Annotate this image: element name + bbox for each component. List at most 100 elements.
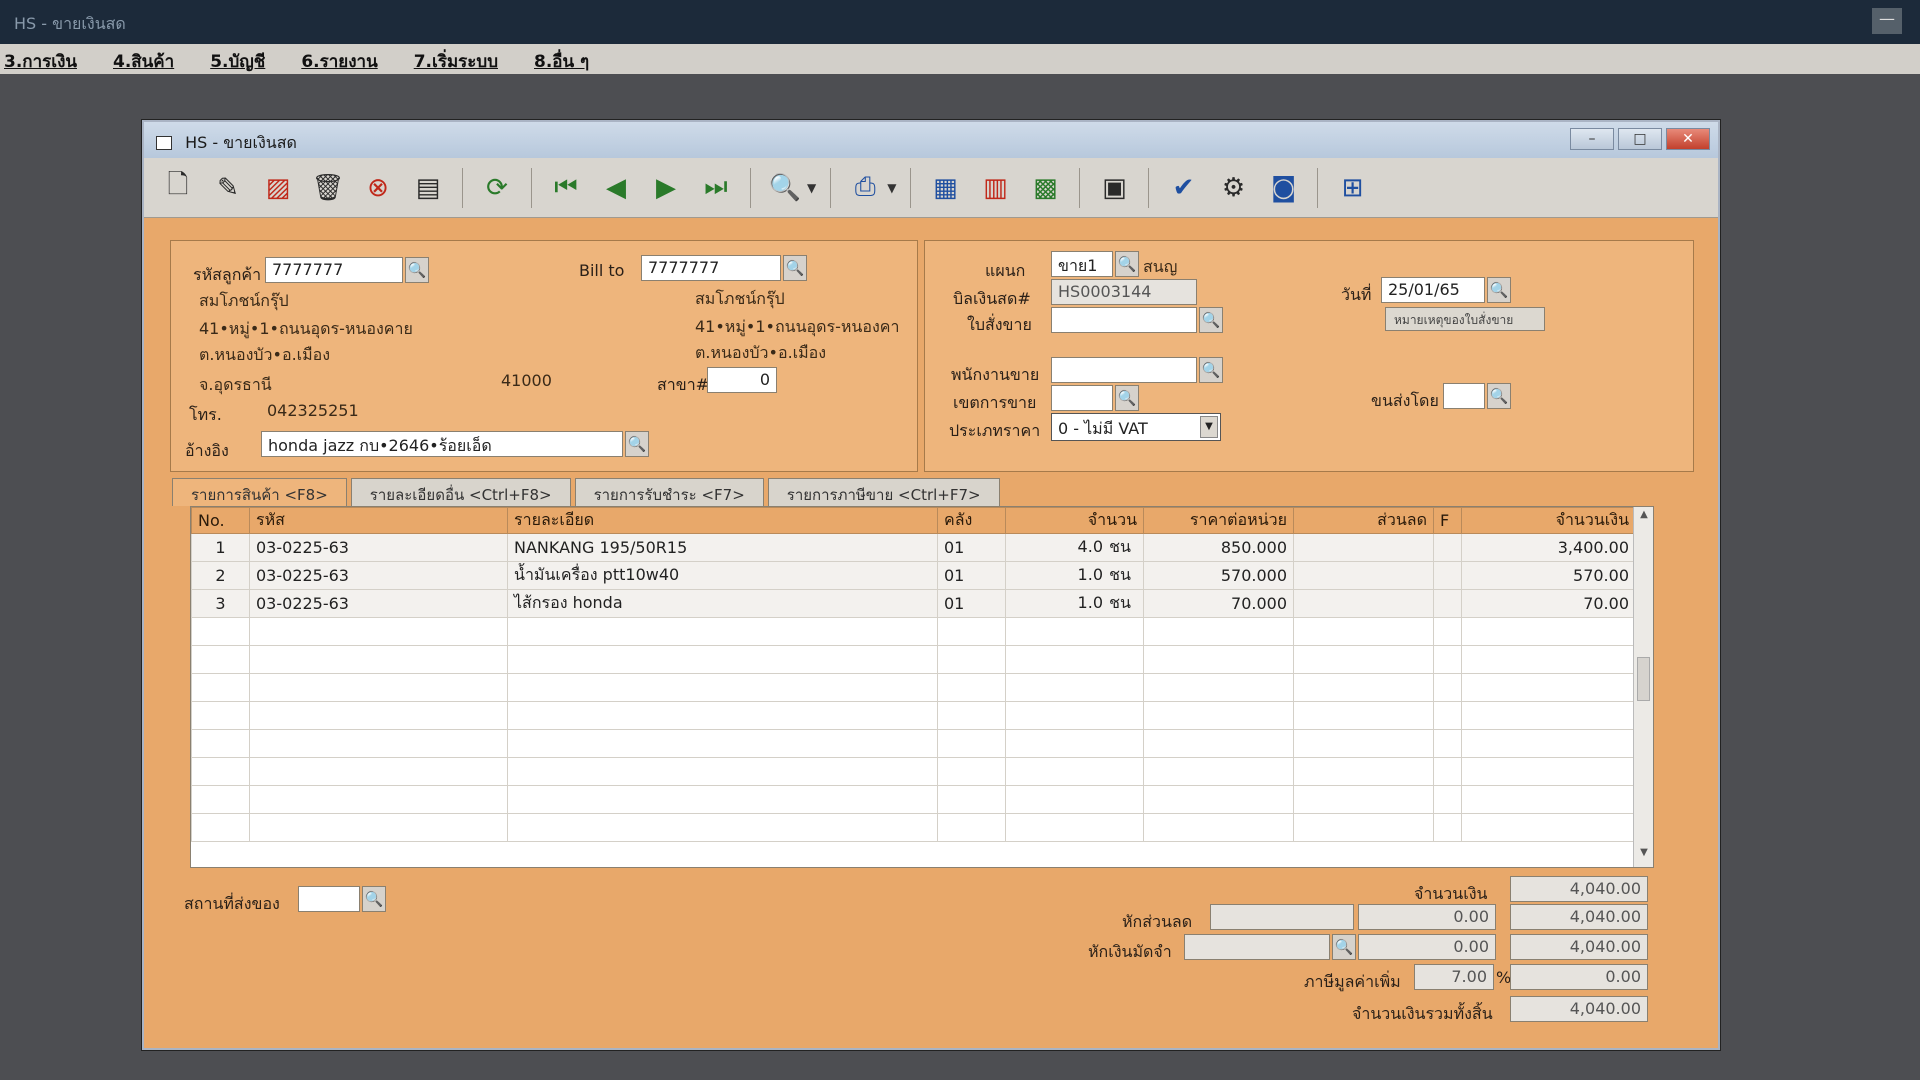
sales-order-field[interactable] <box>1051 307 1197 333</box>
cell-quantity[interactable] <box>1005 757 1144 786</box>
customer-code-field[interactable]: 7777777 <box>265 257 403 283</box>
cell-no[interactable]: 3 <box>191 589 250 618</box>
cell-warehouse[interactable] <box>937 813 1006 842</box>
cell-flag[interactable] <box>1433 785 1462 814</box>
cell-description[interactable] <box>507 813 938 842</box>
sales-order-search-icon[interactable]: 🔍 <box>1199 307 1223 333</box>
cell-warehouse[interactable]: 01 <box>937 561 1006 590</box>
network-icon[interactable]: ⊞ <box>1332 168 1372 208</box>
price-type-select[interactable]: 0 - ไม่มี VAT ▼ <box>1051 413 1221 441</box>
cell-quantity[interactable]: 4.0 ชน <box>1005 533 1144 562</box>
cell-code[interactable] <box>249 729 508 758</box>
next-record-icon[interactable]: ▶ <box>646 168 686 208</box>
cell-code[interactable] <box>249 645 508 674</box>
department-search-icon[interactable]: 🔍 <box>1115 251 1139 277</box>
cell-no[interactable]: 1 <box>191 533 250 562</box>
vat-rate-field[interactable]: 7.00 <box>1414 964 1494 990</box>
branch-field[interactable]: 0 <box>707 367 777 393</box>
salesman-field[interactable] <box>1051 357 1197 383</box>
col-unit-price[interactable]: ราคาต่อหน่วย <box>1143 507 1294 534</box>
report-icon[interactable]: ▥ <box>975 168 1015 208</box>
col-quantity[interactable]: จำนวน <box>1005 507 1144 534</box>
cell-quantity[interactable] <box>1005 813 1144 842</box>
app-minimize-button[interactable]: — <box>1872 8 1902 34</box>
calendar-icon[interactable]: ▣ <box>1094 168 1134 208</box>
table-row[interactable] <box>191 785 1653 814</box>
menu-reports[interactable]: 6.รายงาน <box>301 44 395 74</box>
cell-discount[interactable] <box>1293 645 1434 674</box>
salesman-search-icon[interactable]: 🔍 <box>1199 357 1223 383</box>
table-row[interactable] <box>191 701 1653 730</box>
print-icon[interactable]: ⎙ <box>845 168 885 208</box>
cell-code[interactable] <box>249 673 508 702</box>
menu-finance[interactable]: 3.การเงิน <box>4 44 95 74</box>
table-row[interactable] <box>191 617 1653 646</box>
last-record-icon[interactable]: ⏭ <box>696 168 736 208</box>
scroll-thumb[interactable] <box>1637 657 1650 701</box>
cell-warehouse[interactable] <box>937 645 1006 674</box>
ship-by-field[interactable] <box>1443 383 1485 409</box>
cell-no[interactable] <box>191 617 250 646</box>
col-flag[interactable]: F <box>1433 507 1462 534</box>
preview-icon[interactable]: 🔍 <box>765 168 805 208</box>
cell-unit-price[interactable] <box>1143 701 1294 730</box>
sales-zone-field[interactable] <box>1051 385 1113 411</box>
cell-amount[interactable] <box>1461 813 1636 842</box>
cell-discount[interactable] <box>1293 729 1434 758</box>
table-row[interactable]: 2 03-0225-63 น้ำมันเครื่อง ptt10w40 01 1.0 ชน… <box>191 561 1653 590</box>
table-row[interactable] <box>191 813 1653 842</box>
billto-code-field[interactable]: 7777777 <box>641 255 781 281</box>
cell-code[interactable]: 03-0225-63 <box>249 533 508 562</box>
cell-description[interactable] <box>507 701 938 730</box>
cell-amount[interactable] <box>1461 673 1636 702</box>
edit-icon[interactable]: ✎ <box>208 168 248 208</box>
cell-no[interactable]: 2 <box>191 561 250 590</box>
cell-flag[interactable] <box>1433 561 1462 590</box>
cell-discount[interactable] <box>1293 561 1434 590</box>
cell-flag[interactable] <box>1433 673 1462 702</box>
cell-discount[interactable] <box>1293 757 1434 786</box>
cell-unit-price[interactable] <box>1143 673 1294 702</box>
cell-no[interactable] <box>191 673 250 702</box>
col-description[interactable]: รายละเอียด <box>507 507 938 534</box>
cell-unit-price[interactable] <box>1143 729 1294 758</box>
cell-description[interactable] <box>507 729 938 758</box>
bill-number-field[interactable]: HS0003144 <box>1051 279 1197 305</box>
cell-code[interactable] <box>249 757 508 786</box>
cell-quantity[interactable] <box>1005 673 1144 702</box>
cell-discount[interactable] <box>1293 701 1434 730</box>
cell-unit-price[interactable]: 570.000 <box>1143 561 1294 590</box>
cell-flag[interactable] <box>1433 589 1462 618</box>
billto-search-icon[interactable]: 🔍 <box>783 255 807 281</box>
cell-unit-price[interactable] <box>1143 757 1294 786</box>
cell-discount[interactable] <box>1293 589 1434 618</box>
cell-description[interactable] <box>507 617 938 646</box>
new-doc-icon[interactable]: 🗋 <box>158 168 198 208</box>
cell-discount[interactable] <box>1293 813 1434 842</box>
print-dropdown-icon[interactable]: ▼ <box>887 181 896 195</box>
tab-items[interactable]: รายการสินค้า <F8> <box>172 478 347 506</box>
reference-field[interactable]: honda jazz กบ•2646•ร้อยเอ็ด <box>261 431 623 457</box>
calculator-icon[interactable]: ▦ <box>925 168 965 208</box>
cell-quantity[interactable] <box>1005 729 1144 758</box>
cell-flag[interactable] <box>1433 729 1462 758</box>
cell-no[interactable] <box>191 785 250 814</box>
cell-flag[interactable] <box>1433 701 1462 730</box>
cell-amount[interactable] <box>1461 729 1636 758</box>
cell-amount[interactable]: 3,400.00 <box>1461 533 1636 562</box>
cell-amount[interactable]: 70.00 <box>1461 589 1636 618</box>
cell-warehouse[interactable] <box>937 617 1006 646</box>
cell-code[interactable]: 03-0225-63 <box>249 589 508 618</box>
table-row[interactable] <box>191 673 1653 702</box>
cell-warehouse[interactable]: 01 <box>937 589 1006 618</box>
ship-place-field[interactable] <box>298 886 360 912</box>
menu-setup[interactable]: 7.เริ่มระบบ <box>414 44 516 74</box>
cell-description[interactable] <box>507 785 938 814</box>
cell-quantity[interactable]: 1.0 ชน <box>1005 589 1144 618</box>
deposit-text-field[interactable] <box>1184 934 1330 960</box>
discount-value-field[interactable]: 0.00 <box>1358 904 1496 930</box>
cell-warehouse[interactable] <box>937 701 1006 730</box>
customer-search-icon[interactable]: 🔍 <box>405 257 429 283</box>
cell-description[interactable]: น้ำมันเครื่อง ptt10w40 <box>507 561 938 590</box>
order-note-button[interactable]: หมายเหตุของใบสั่งขาย <box>1385 307 1545 331</box>
